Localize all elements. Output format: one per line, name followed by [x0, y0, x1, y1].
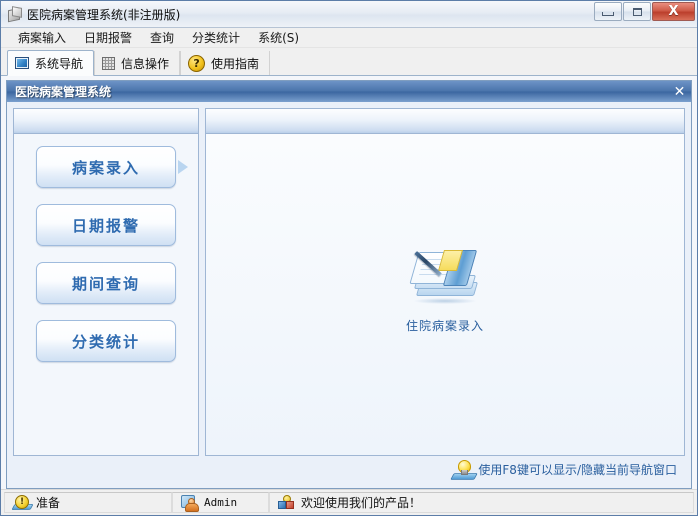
status-cell-message: 欢迎使用我们的产品！ — [269, 492, 694, 513]
tab-information-operations[interactable]: 信息操作 — [94, 51, 181, 75]
nav-row-classification-stats: 分类统计 — [14, 320, 198, 362]
shortcut-inpatient-record-entry-label: 住院病案录入 — [405, 318, 484, 333]
content-pane: 住院病案录入 — [205, 108, 685, 456]
minimize-icon — [602, 12, 614, 16]
mdi-close-button[interactable]: ✕ — [670, 82, 689, 101]
status-user-text: Admin — [204, 496, 238, 509]
navigation-pane-header — [14, 109, 198, 134]
help-question-icon: ? — [188, 54, 206, 72]
navigation-pane: 病案录入 日期报警 期间查询 分类统计 — [13, 108, 199, 456]
notebook-pen-icon — [408, 242, 482, 308]
nav-button-classification-stats-label: 分类统计 — [71, 332, 140, 351]
navigation-button-list: 病案录入 日期报警 期间查询 分类统计 — [14, 134, 198, 455]
grid-icon — [102, 56, 116, 70]
selected-arrow-icon — [178, 160, 188, 174]
nav-row-date-alert: 日期报警 — [14, 204, 198, 246]
status-message-text: 欢迎使用我们的产品！ — [301, 496, 422, 510]
tab-user-guide[interactable]: ? 使用指南 — [180, 51, 271, 75]
restore-button[interactable] — [623, 2, 651, 21]
client-area: 医院病案管理系统 ✕ 病案录入 日期报警 期间查询 分类统计 住院病案录入 使用… — [1, 76, 697, 489]
hint-f8-text: 使用F8键可以显示/隐藏当前导航窗口 — [478, 462, 677, 477]
warning-icon: ! — [11, 495, 34, 510]
monitor-icon — [15, 57, 29, 69]
mdi-child-window: 医院病案管理系统 ✕ 病案录入 日期报警 期间查询 分类统计 住院病案录入 使用… — [6, 80, 692, 489]
status-cell-user: Admin — [172, 492, 269, 513]
content-pane-header — [206, 109, 684, 134]
tab-system-navigation-label: 系统导航 — [35, 56, 84, 71]
nav-button-record-entry-label: 病案录入 — [71, 158, 140, 177]
hint-f8: 使用F8键可以显示/隐藏当前导航窗口 — [450, 459, 677, 480]
app-cube-icon — [6, 6, 22, 23]
nav-button-period-query-label: 期间查询 — [71, 274, 140, 293]
nav-button-record-entry[interactable]: 病案录入 — [36, 146, 176, 188]
title-bar: 医院病案管理系统(非注册版) X — [1, 1, 697, 28]
nav-row-period-query: 期间查询 — [14, 262, 198, 304]
tab-information-operations-label: 信息操作 — [121, 56, 170, 71]
restore-icon — [632, 7, 642, 16]
menu-item-date-alert[interactable]: 日期报警 — [75, 28, 141, 47]
menu-item-classification-stats[interactable]: 分类统计 — [183, 28, 249, 47]
close-icon: X — [668, 4, 679, 19]
blocks-icon — [278, 495, 295, 510]
status-bar: ! 准备 Admin 欢迎使用我们的产品！ — [1, 489, 697, 515]
mdi-caption-bar: 医院病案管理系统 ✕ — [7, 81, 691, 102]
nav-button-date-alert[interactable]: 日期报警 — [36, 204, 176, 246]
status-cell-ready: ! 准备 — [4, 492, 172, 513]
application-window: 医院病案管理系统(非注册版) X 病案输入 日期报警 查询 分类统计 系统(S)… — [0, 0, 698, 516]
menu-item-record-input[interactable]: 病案输入 — [9, 28, 75, 47]
user-icon — [181, 495, 199, 512]
nav-button-period-query[interactable]: 期间查询 — [36, 262, 176, 304]
tab-user-guide-label: 使用指南 — [211, 56, 260, 71]
menu-item-query[interactable]: 查询 — [141, 28, 183, 47]
tab-strip: 系统导航 信息操作 ? 使用指南 — [1, 48, 697, 76]
nav-row-record-entry: 病案录入 — [14, 146, 198, 188]
mdi-body: 病案录入 日期报警 期间查询 分类统计 住院病案录入 使用F8键可以显示/隐藏当… — [7, 102, 691, 488]
menu-bar: 病案输入 日期报警 查询 分类统计 系统(S) — [1, 28, 697, 48]
minimize-button[interactable] — [594, 2, 622, 21]
window-controls: X — [593, 2, 695, 21]
tab-system-navigation[interactable]: 系统导航 — [7, 50, 95, 76]
mdi-window-title: 医院病案管理系统 — [15, 85, 112, 99]
menu-item-system[interactable]: 系统(S) — [249, 28, 308, 47]
status-ready-text: 准备 — [36, 496, 61, 510]
panes-container: 病案录入 日期报警 期间查询 分类统计 住院病案录入 — [13, 108, 685, 456]
close-button[interactable]: X — [652, 2, 695, 21]
shortcut-inpatient-record-entry[interactable]: 住院病案录入 — [370, 242, 520, 334]
nav-button-date-alert-label: 日期报警 — [71, 216, 140, 235]
hint-row: 使用F8键可以显示/隐藏当前导航窗口 — [13, 456, 685, 482]
nav-button-classification-stats[interactable]: 分类统计 — [36, 320, 176, 362]
lightbulb-icon — [450, 459, 479, 480]
content-pane-body: 住院病案录入 — [206, 134, 684, 455]
window-title: 医院病案管理系统(非注册版) — [27, 7, 181, 22]
